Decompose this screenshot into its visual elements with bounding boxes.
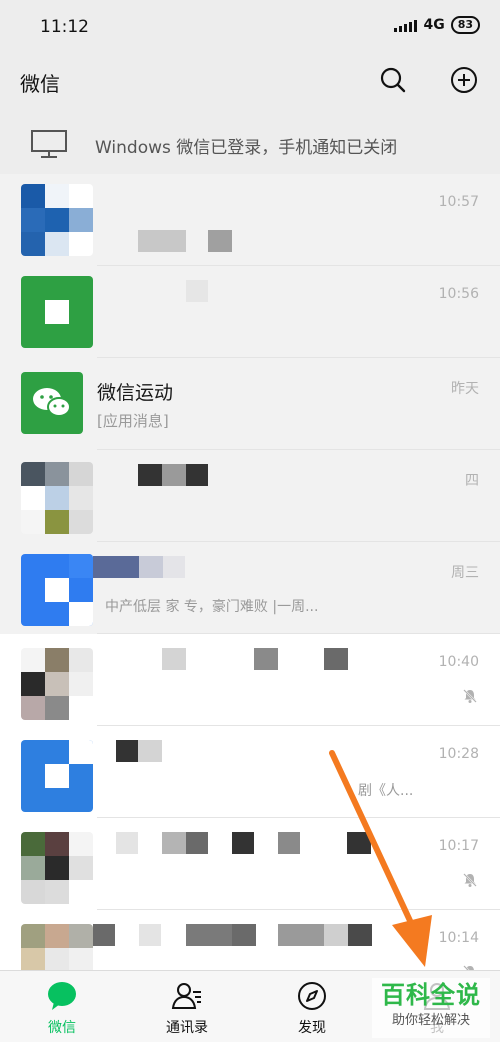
status-bar: 11:12 4G 83	[0, 0, 500, 52]
avatar	[21, 554, 93, 626]
chat-time: 10:40	[438, 654, 479, 670]
plus-circle-icon	[451, 67, 477, 93]
chat-bubble-icon	[48, 982, 76, 1010]
tab-discover[interactable]: 发现	[262, 971, 362, 1042]
desktop-monitor-icon	[31, 130, 67, 158]
tab-wechat[interactable]: 微信	[12, 971, 112, 1042]
watermark: 百科全说 助你轻松解决	[372, 978, 490, 1038]
chat-row-wechat-sport[interactable]: 微信运动 [应用消息] 昨天	[0, 358, 500, 450]
avatar	[21, 648, 93, 720]
add-button[interactable]	[450, 66, 478, 94]
chat-row[interactable]: 10:57	[0, 174, 500, 266]
battery-level: 83	[450, 16, 480, 34]
chat-time: 10:56	[438, 286, 479, 302]
chat-title: 微信运动	[97, 382, 174, 404]
tab-label: 微信	[48, 1020, 76, 1036]
wechat-sport-avatar	[21, 372, 83, 434]
contacts-icon	[171, 983, 201, 1009]
notice-text: Windows 微信已登录，手机通知已关闭	[95, 138, 398, 158]
wechat-logo-icon	[33, 388, 71, 417]
annotation-arrow	[329, 750, 432, 967]
tab-label: 发现	[298, 1020, 326, 1036]
chat-time: 10:17	[438, 838, 479, 854]
chat-time: 10:14	[438, 930, 479, 946]
avatar	[21, 184, 93, 256]
chat-preview: 中产低层 家 专，豪门难败 |一周...	[105, 599, 319, 615]
page-title: 微信	[20, 72, 60, 96]
search-icon	[380, 67, 406, 93]
chat-time: 周三	[451, 565, 479, 581]
avatar	[21, 276, 93, 348]
chat-row[interactable]: 中产低层 家 专，豪门难败 |一周... 周三	[0, 542, 500, 634]
chat-row[interactable]: 10:56	[0, 266, 500, 358]
chat-time: 四	[465, 473, 479, 489]
windows-login-notice[interactable]: Windows 微信已登录，手机通知已关闭	[0, 114, 500, 174]
watermark-title: 百科全说	[381, 981, 481, 1009]
avatar	[21, 740, 93, 812]
avatar	[21, 462, 93, 534]
chat-row[interactable]: 10:40	[0, 634, 500, 726]
mute-bell-icon	[463, 689, 477, 703]
search-button[interactable]	[379, 66, 407, 94]
chat-time: 10:28	[438, 746, 479, 762]
app-header: 微信	[0, 52, 500, 112]
watermark-subtitle: 助你轻松解决	[391, 1013, 470, 1028]
avatar	[21, 832, 93, 904]
chat-row[interactable]: 四	[0, 450, 500, 542]
chat-time: 昨天	[451, 381, 479, 397]
signal-icon	[394, 18, 418, 32]
chat-preview: [应用消息]	[97, 412, 169, 430]
tab-contacts[interactable]: 通讯录	[137, 971, 237, 1042]
compass-icon	[298, 982, 326, 1010]
chat-time: 10:57	[438, 194, 479, 210]
network-type: 4G	[423, 17, 445, 33]
tab-label: 通讯录	[166, 1020, 208, 1036]
status-indicators: 4G 83	[394, 16, 480, 34]
mute-bell-icon	[463, 873, 477, 887]
status-time: 11:12	[40, 17, 89, 37]
